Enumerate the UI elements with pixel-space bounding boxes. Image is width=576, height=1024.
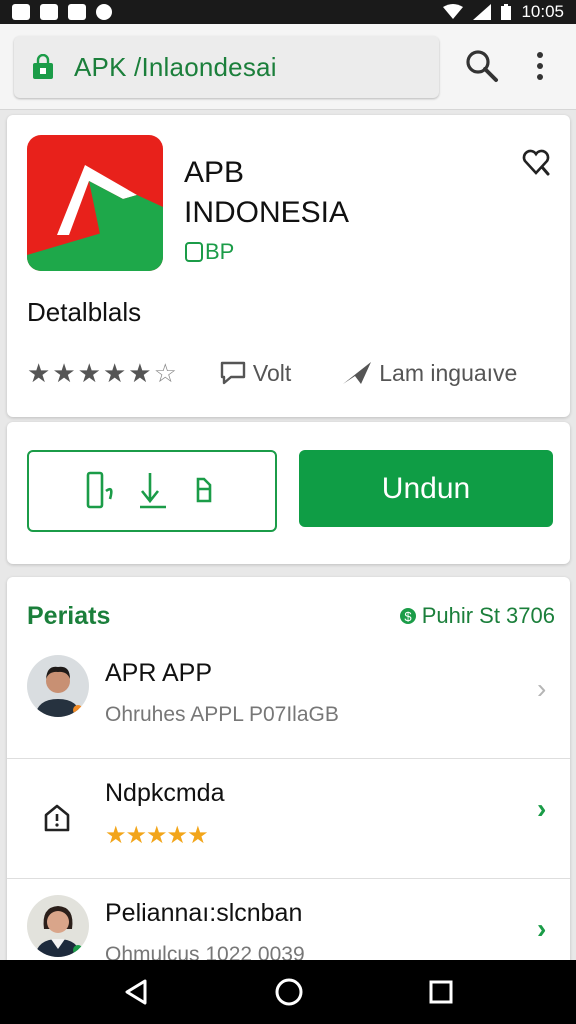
system-nav-bar [0, 960, 576, 1024]
signal-icon [473, 4, 492, 20]
list-meta-text: Puhir St 3706 [421, 603, 555, 628]
app-header-card: APB INDONESIA BP Detalblals ★ ★ ★ ★ ★ ☆ Volt … [7, 115, 570, 417]
status-bar: 10:05 [0, 0, 576, 24]
phone-icon [86, 471, 113, 509]
avatar [27, 895, 89, 957]
home-alert-icon [44, 804, 70, 832]
row-title: APR APP [105, 659, 212, 687]
share-icon [196, 477, 212, 503]
browser-toolbar: APK /Inlaondesai [0, 24, 576, 110]
list-card: Periats $ Puhir St 3706 APR APP Ohruhes … [7, 577, 570, 977]
url-bar[interactable]: APK /Inlaondesai [14, 36, 439, 98]
overflow-menu-icon[interactable] [528, 48, 552, 84]
download-icon [140, 473, 166, 509]
vote-label: Volt [252, 359, 292, 386]
wishlist-icon[interactable] [521, 147, 551, 177]
list-header: Periats $ Puhir St 3706 [27, 599, 555, 633]
install-button[interactable]: Undun [299, 450, 553, 527]
wifi-icon [443, 4, 464, 19]
badge-icon [185, 242, 203, 262]
list-item[interactable]: APR APP Ohruhes APPL P07IlaGB › [7, 639, 570, 759]
chevron-right-icon: › [537, 793, 547, 824]
language-item[interactable]: Lam inguaıve [341, 360, 517, 387]
home-icon[interactable] [273, 976, 305, 1008]
row-title: Peliannaı:slcnban [105, 899, 303, 927]
details-label: Detalblals [27, 297, 142, 327]
search-icon[interactable] [464, 48, 500, 84]
back-icon[interactable] [121, 977, 151, 1007]
avatar [27, 655, 89, 717]
url-text: APK /Inlaondesai [74, 51, 277, 82]
secondary-actions-button[interactable] [27, 450, 277, 532]
app-badge: BP [185, 239, 234, 265]
badge-text: BP [205, 239, 235, 264]
recents-icon[interactable] [427, 978, 455, 1006]
app-meta-row: ★ ★ ★ ★ ★ ☆ Volt Lam inguaıve [27, 355, 557, 391]
message-icon [68, 4, 86, 20]
notification-icon [12, 4, 30, 20]
battery-icon [501, 4, 512, 20]
system-icons: 10:05 [443, 2, 564, 22]
shopping-bag-icon [33, 54, 53, 79]
comment-icon [220, 361, 246, 385]
dollar-icon: $ [399, 608, 416, 624]
chevron-right-icon: › [537, 913, 547, 944]
app-icon [96, 4, 112, 20]
row-subtitle: Ohruhes APPL P07IlaGB [105, 703, 339, 726]
row-rating-stars: ★★★★★ [105, 822, 209, 849]
rating-stars: ★ ★ ★ ★ ★ ☆ [27, 357, 177, 388]
row-title: Ndpkcmda [105, 779, 225, 807]
list-title: Periats [27, 601, 111, 630]
app-logo-icon [27, 135, 163, 271]
svg-text:$: $ [404, 609, 412, 624]
actions-card: Undun [7, 422, 570, 564]
chevron-right-icon: › [537, 673, 547, 704]
notification-icons [12, 4, 112, 20]
list-meta[interactable]: $ Puhir St 3706 [398, 603, 555, 629]
image-icon [40, 4, 58, 20]
send-icon [343, 362, 372, 384]
list-item[interactable]: Ndpkcmda ★★★★★ › [7, 759, 570, 879]
vote-item[interactable]: Volt [219, 360, 291, 387]
app-title: APB INDONESIA [184, 156, 350, 229]
language-label: Lam inguaıve [379, 359, 518, 386]
clock: 10:05 [521, 2, 564, 21]
